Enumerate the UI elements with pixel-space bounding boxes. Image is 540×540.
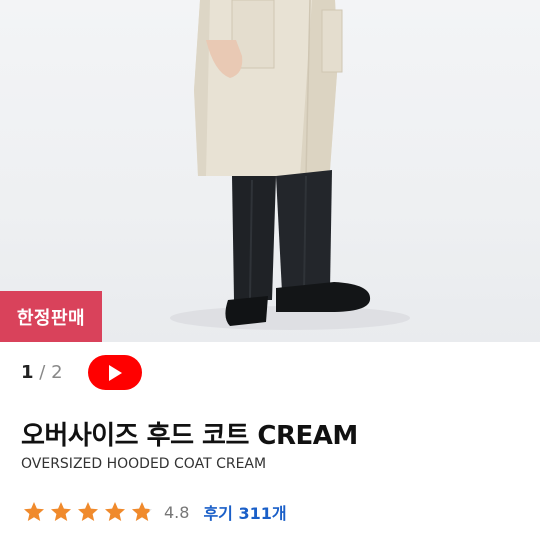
product-subtitle: OVERSIZED HOODED COAT CREAM (21, 456, 267, 472)
star-full-icon (24, 502, 44, 521)
limited-sale-badge: 한정판매 (0, 291, 102, 342)
play-icon (109, 364, 122, 381)
video-play-button[interactable] (88, 355, 142, 390)
rating-row: 4.8 후기 311개 (21, 500, 287, 524)
image-pager: 1 / 2 (21, 362, 63, 383)
star-full-icon (51, 502, 71, 521)
star-rating (21, 500, 155, 524)
star-full-icon (78, 502, 98, 521)
rating-score: 4.8 (164, 502, 190, 522)
pager-current: 1 (21, 362, 34, 383)
product-title: 오버사이즈 후드 코트 CREAM (21, 421, 358, 451)
pager-separator: / (39, 362, 46, 383)
star-partial-icon (132, 502, 152, 521)
star-full-icon (105, 502, 125, 521)
pager-total: 2 (51, 362, 63, 383)
limited-sale-label: 한정판매 (16, 307, 86, 329)
reviews-link[interactable]: 후기 311개 (203, 500, 286, 524)
